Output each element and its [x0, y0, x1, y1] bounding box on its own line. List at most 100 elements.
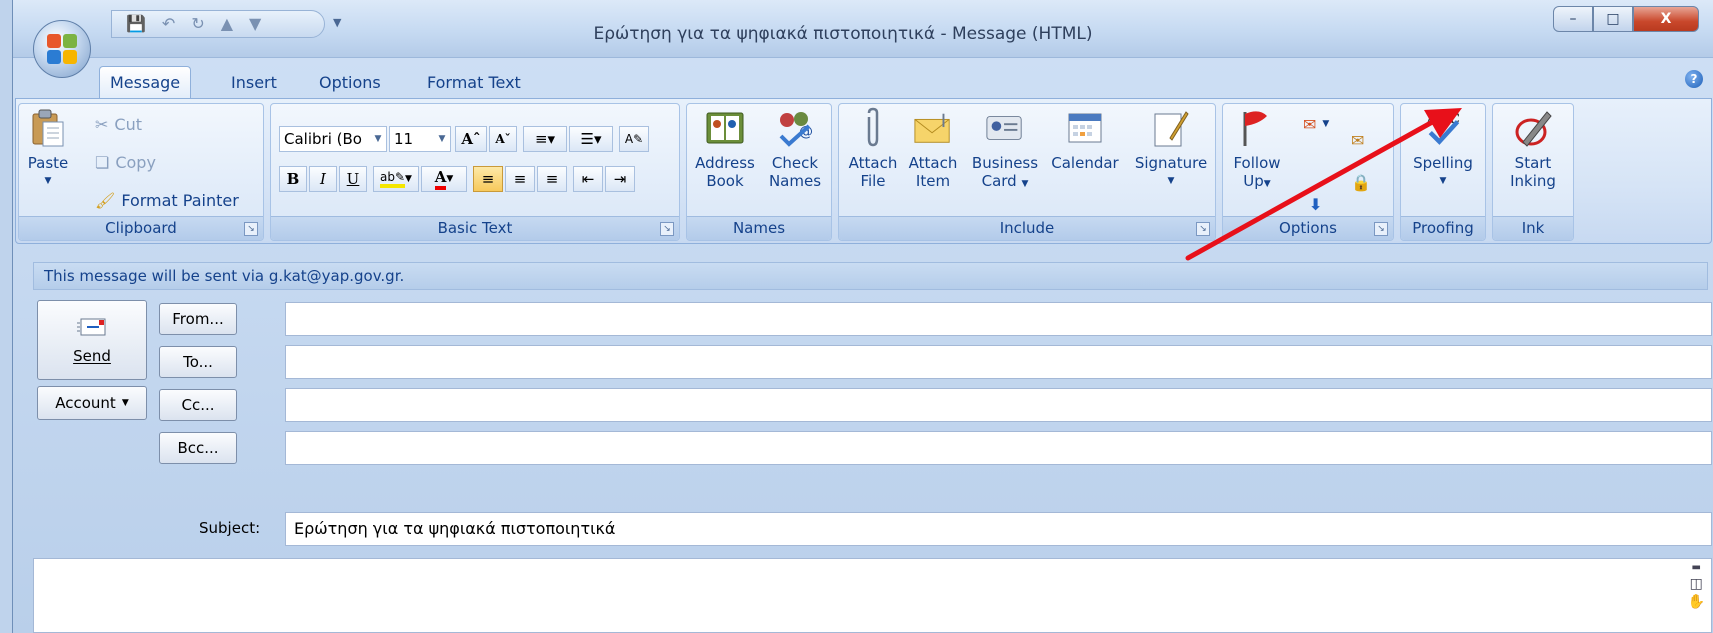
check-names-label-1: Check — [771, 154, 819, 172]
scissors-icon: ✂ — [95, 114, 109, 134]
font-size-chevron-icon: ▼ — [438, 134, 446, 144]
bold-button[interactable]: B — [279, 166, 307, 192]
body-side-icons: ▬ ◫ ✋ — [1688, 563, 1705, 610]
tab-insert[interactable]: Insert — [221, 66, 287, 98]
ink-group-label: Ink — [1493, 216, 1573, 240]
from-field[interactable] — [285, 302, 1712, 336]
account-label: Account — [55, 394, 116, 412]
tab-message[interactable]: Message — [99, 66, 192, 98]
business-card-label-1: Business — [971, 154, 1039, 172]
spelling-button[interactable]: ABC Spelling ▼ — [1405, 108, 1481, 190]
tab-options[interactable]: Options — [309, 66, 391, 98]
business-card-button[interactable]: Business Card ▼ — [967, 108, 1043, 193]
check-names-button[interactable]: @ Check Names — [763, 108, 827, 190]
business-card-icon — [985, 108, 1025, 148]
clear-formatting-icon: A✎ — [624, 132, 644, 146]
follow-up-label-2: Up▼ — [1243, 172, 1271, 190]
signature-icon — [1151, 108, 1191, 148]
clear-formatting-button[interactable]: A✎ — [619, 126, 649, 152]
options-dialog-launcher-icon[interactable]: ↘ — [1374, 222, 1388, 236]
highlighter-icon: ab✎ — [380, 170, 406, 188]
encrypt-button[interactable]: ✉ — [1351, 128, 1364, 152]
font-size-value: 11 — [394, 130, 414, 148]
include-dialog-launcher-icon[interactable]: ↘ — [1196, 222, 1210, 236]
names-group-label: Names — [687, 216, 831, 240]
hand-pan-icon[interactable]: ✋ — [1688, 595, 1705, 609]
paste-button[interactable]: Paste ▼ — [23, 108, 73, 190]
start-inking-label-1: Start — [1514, 154, 1552, 172]
font-name-value: Calibri (Bo — [284, 130, 362, 148]
low-importance-button[interactable]: ⬇ — [1309, 192, 1322, 216]
spelling-check-icon: ABC — [1423, 108, 1463, 148]
format-painter-button[interactable]: 🖌 Format Painter — [95, 188, 239, 212]
follow-up-button[interactable]: Follow Up▼ — [1227, 108, 1287, 193]
increase-indent-button[interactable]: ⇥ — [605, 166, 635, 192]
proofing-group-label: Proofing — [1401, 216, 1485, 240]
bcc-field[interactable] — [285, 431, 1712, 465]
minimize-button[interactable]: – — [1553, 6, 1593, 32]
cc-field[interactable] — [285, 388, 1712, 422]
account-chevron-icon: ▼ — [121, 398, 129, 408]
grow-font-button[interactable]: Aˆ — [455, 126, 487, 152]
send-button[interactable]: Send — [37, 300, 147, 380]
spelling-label: Spelling — [1413, 154, 1473, 172]
start-inking-button[interactable]: Start Inking — [1497, 108, 1569, 190]
attach-item-label-2: Item — [915, 172, 951, 190]
collapse-bar-icon[interactable]: ▬ — [1692, 563, 1701, 573]
permission-button[interactable]: ✉ ▼ — [1303, 112, 1329, 136]
close-button[interactable]: X — [1633, 6, 1699, 32]
start-inking-label-2: Inking — [1510, 172, 1556, 190]
clipboard-dialog-launcher-icon[interactable]: ↘ — [244, 222, 258, 236]
shrink-font-icon: Aˇ — [495, 132, 511, 146]
maximize-button[interactable]: □ — [1593, 6, 1633, 32]
numbering-button[interactable]: ☰▾ — [569, 126, 613, 152]
basic-text-dialog-launcher-icon[interactable]: ↘ — [660, 222, 674, 236]
address-book-button[interactable]: Address Book — [693, 108, 757, 190]
office-button[interactable] — [33, 20, 91, 78]
to-field[interactable] — [285, 345, 1712, 379]
signature-button[interactable]: Signature ▼ — [1129, 108, 1213, 190]
flag-icon — [1237, 108, 1277, 148]
account-button[interactable]: Account ▼ — [37, 386, 147, 420]
bcc-button[interactable]: Bcc... — [159, 432, 237, 464]
attach-item-button[interactable]: Attach Item — [903, 108, 963, 190]
copy-icon: ❏ — [95, 152, 110, 172]
align-right-button[interactable]: ≡ — [537, 166, 567, 192]
subject-field[interactable]: Ερώτηση για τα ψηφιακά πιστοποιητικά — [285, 512, 1712, 546]
calendar-label: Calendar — [1051, 154, 1119, 172]
help-icon[interactable]: ? — [1685, 70, 1703, 88]
zoom-page-icon[interactable]: ◫ — [1690, 577, 1703, 591]
italic-button[interactable]: I — [309, 166, 337, 192]
align-left-icon: ≡ — [481, 170, 495, 188]
clipboard-group-label: Clipboard — [19, 216, 263, 240]
align-center-button[interactable]: ≡ — [505, 166, 535, 192]
tab-format-text[interactable]: Format Text — [417, 66, 531, 98]
info-bar: This message will be sent via g.kat@yap.… — [33, 262, 1708, 290]
cc-button[interactable]: Cc... — [159, 389, 237, 421]
message-body[interactable]: ▬ ◫ ✋ — [33, 558, 1712, 633]
font-size-combo[interactable]: 11 ▼ — [389, 126, 451, 152]
highlight-button[interactable]: ab✎ ▼ — [373, 166, 419, 192]
underline-button[interactable]: U — [339, 166, 367, 192]
bullets-button[interactable]: ≡▾ — [523, 126, 567, 152]
to-button[interactable]: To... — [159, 346, 237, 378]
decrease-indent-button[interactable]: ⇤ — [573, 166, 603, 192]
address-book-icon — [705, 108, 745, 148]
sign-button[interactable]: 🔒 — [1351, 170, 1371, 194]
cut-label: Cut — [114, 114, 142, 134]
from-button[interactable]: From... — [159, 303, 237, 335]
group-names: Address Book @ Check Names Names — [686, 103, 832, 241]
font-name-combo[interactable]: Calibri (Bo ▼ — [279, 126, 387, 152]
business-card-label-2: Card ▼ — [981, 172, 1029, 190]
cut-button[interactable]: ✂ Cut — [95, 112, 142, 136]
copy-button[interactable]: ❏ Copy — [95, 150, 156, 174]
shrink-font-button[interactable]: Aˇ — [489, 126, 517, 152]
align-left-button[interactable]: ≡ — [473, 166, 503, 192]
ribbon-tabs: Message Insert Options Format Text — [13, 62, 1713, 98]
calendar-button[interactable]: Calendar — [1045, 108, 1125, 172]
include-group-label: Include — [839, 216, 1215, 240]
font-color-button[interactable]: A ▼ — [421, 166, 467, 192]
attach-file-button[interactable]: Attach File — [843, 107, 903, 190]
increase-indent-icon: ⇥ — [613, 170, 627, 188]
bullets-icon: ≡▾ — [534, 130, 556, 148]
